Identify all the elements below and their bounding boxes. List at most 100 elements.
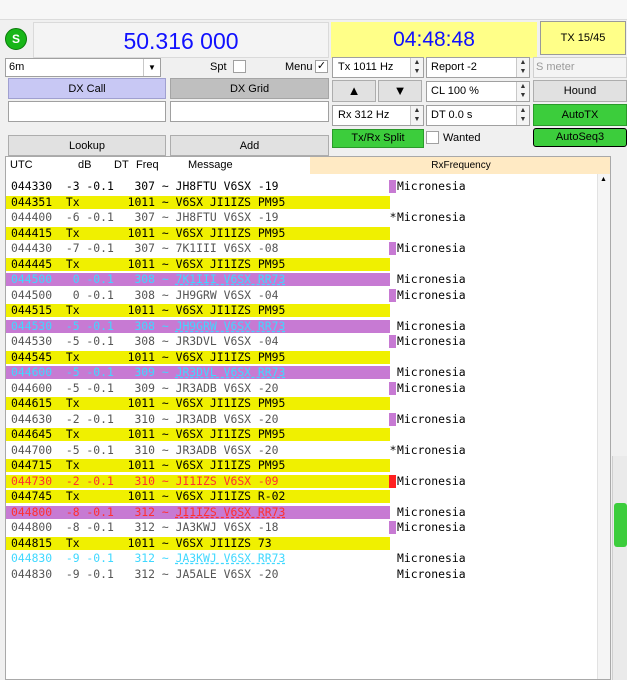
autoseq-button[interactable]: AutoSeq3: [533, 128, 627, 147]
decode-row-text: 044500 0 -0.1 308 ~ JH9GRW V6SX -04: [11, 288, 278, 304]
decode-row[interactable]: 044730 -2 -0.1 310 ~ JI1IZS V6SX -09 Micr…: [6, 474, 596, 490]
header-db: dB: [78, 159, 92, 171]
decode-scrollbar[interactable]: ▲: [597, 174, 610, 679]
decode-row-country: Micronesia: [397, 551, 466, 565]
app-menu-icon[interactable]: S: [5, 28, 27, 50]
decode-row-country: Micronesia: [397, 179, 466, 193]
rx-freq-value: Rx 312 Hz: [338, 109, 390, 121]
decode-row-text: 044615 Tx 1011 ~ V6SX JI1IZS PM95: [11, 396, 285, 412]
decode-row[interactable]: 044415 Tx 1011 ~ V6SX JI1IZS PM95: [6, 226, 596, 242]
cl-spinbox[interactable]: CL 100 % ▲ ▼: [426, 81, 530, 102]
band-dropdown-icon[interactable]: ▼: [143, 59, 160, 76]
top-strip: [0, 0, 627, 20]
decode-row-star-icon: *: [389, 210, 397, 224]
menu-label: Menu: [285, 61, 313, 73]
decode-row-fields: 044815 Tx 1011 ~: [11, 535, 176, 550]
decode-row-message: JR3DVL V6SX RR73: [175, 365, 286, 379]
decode-row-message: JA3KWJ V6SX RR73: [175, 551, 286, 565]
decode-row[interactable]: 044800 -8 -0.1 312 ~ JA3KWJ V6SX -18 Micr…: [6, 520, 596, 536]
decode-row-message: JR3ADB V6SX -20: [175, 411, 279, 426]
decode-row[interactable]: 044715 Tx 1011 ~ V6SX JI1IZS PM95: [6, 458, 596, 474]
decode-row-fields: 044545 Tx 1011 ~: [11, 349, 176, 364]
decode-row[interactable]: 044600 -5 -0.1 309 ~ JR3DVL V6SX RR73 Mic…: [6, 365, 596, 381]
decode-row-marker: [389, 521, 396, 534]
rx-freq-spinbox[interactable]: Rx 312 Hz ▲ ▼: [332, 105, 424, 126]
autotx-button[interactable]: AutoTX: [533, 104, 627, 126]
report-spin-icon[interactable]: ▲ ▼: [516, 58, 529, 77]
decode-row-marker: [389, 412, 396, 426]
decode-row-message: JA3KWJ V6SX -18: [175, 520, 279, 534]
decode-row-country: Micronesia: [397, 287, 466, 302]
hound-label: Hound: [563, 85, 597, 97]
txrx-split-button[interactable]: Tx/Rx Split: [332, 129, 424, 148]
decode-row[interactable]: 044330 -3 -0.1 307 ~ JH8FTU V6SX -19 Micr…: [6, 179, 596, 195]
band-select[interactable]: 6m ▼: [5, 58, 161, 77]
dt-spin-icon[interactable]: ▲ ▼: [516, 106, 529, 125]
spot-checkbox[interactable]: [233, 60, 246, 73]
header-rxfrequency-text: RxFrequency: [431, 160, 491, 171]
dx-grid-input[interactable]: [170, 101, 329, 122]
decode-row-text: 044800 -8 -0.1 312 ~ JI1IZS V6SX RR73: [11, 505, 285, 521]
dt-spinbox[interactable]: DT 0.0 s ▲ ▼: [426, 105, 530, 126]
decode-row-message: 7K1III V6SX -08: [175, 241, 279, 255]
tx-freq-value: Tx 1011 Hz: [338, 61, 394, 73]
decode-row-country: Micronesia: [397, 442, 466, 457]
decode-row-marker: [389, 180, 396, 193]
dx-grid-label: DX Grid: [170, 78, 329, 99]
add-label: Add: [239, 140, 260, 152]
decode-row[interactable]: 044630 -2 -0.1 310 ~ JR3ADB V6SX -20 Micr…: [6, 412, 596, 428]
decode-row[interactable]: 044615 Tx 1011 ~ V6SX JI1IZS PM95: [6, 396, 596, 412]
add-button[interactable]: Add: [170, 135, 329, 156]
tx-counter-button[interactable]: TX 15/45: [540, 21, 626, 55]
wanted-checkbox[interactable]: [426, 131, 439, 144]
decode-row[interactable]: 044600 -5 -0.1 309 ~ JR3ADB V6SX -20 Micr…: [6, 381, 596, 397]
dx-call-label: DX Call: [8, 78, 166, 99]
tx-counter-label: TX 15/45: [560, 32, 606, 44]
cl-spin-icon[interactable]: ▲ ▼: [516, 82, 529, 101]
lookup-button[interactable]: Lookup: [8, 135, 166, 156]
decode-row-fields: 044600 -5 -0.1 309 ~: [11, 365, 176, 379]
decode-row-country: Micronesia: [397, 318, 466, 333]
decode-row[interactable]: 044815 Tx 1011 ~ V6SX JI1IZS 73: [6, 536, 596, 552]
dx-call-input[interactable]: [8, 101, 166, 122]
rx-freq-spin-icon[interactable]: ▲ ▼: [410, 106, 423, 125]
decode-row-message: JH8FTU V6SX -19: [175, 179, 279, 193]
decode-row[interactable]: 044830 -9 -0.1 312 ~ JA5ALE V6SX -20 Micr…: [6, 567, 596, 583]
decode-row-fields: 044415 Tx 1011 ~: [11, 225, 176, 240]
decode-row-text: 044430 -7 -0.1 307 ~ 7K1III V6SX -08: [11, 241, 278, 257]
decode-row[interactable]: 044745 Tx 1011 ~ V6SX JI1IZS R-02: [6, 489, 596, 505]
scroll-up-icon[interactable]: ▲: [600, 176, 607, 183]
decode-row[interactable]: 044700 -5 -0.1 310 ~ JR3ADB V6SX -20 * Mic…: [6, 443, 596, 459]
decode-row[interactable]: 044351 Tx 1011 ~ V6SX JI1IZS PM95: [6, 195, 596, 211]
tx-freq-spin-icon[interactable]: ▲ ▼: [410, 58, 423, 77]
decode-row-text: 044530 -5 -0.1 308 ~ JR3DVL V6SX -04: [11, 334, 278, 350]
decode-row-marker: [389, 288, 396, 302]
decode-row[interactable]: 044545 Tx 1011 ~ V6SX JI1IZS PM95: [6, 350, 596, 366]
s-meter-label: S meter: [536, 61, 575, 73]
freq-up-button[interactable]: ▲: [332, 80, 376, 102]
decode-list[interactable]: UTC dB DT Freq Message RxFrequency 04433…: [5, 156, 611, 680]
freq-down-button[interactable]: ▼: [378, 80, 422, 102]
decode-row-fields: 044745 Tx 1011 ~: [11, 489, 176, 503]
decode-row[interactable]: 044645 Tx 1011 ~ V6SX JI1IZS PM95: [6, 427, 596, 443]
decode-row[interactable]: 044800 -8 -0.1 312 ~ JI1IZS V6SX RR73 Mic…: [6, 505, 596, 521]
decode-row[interactable]: 044515 Tx 1011 ~ V6SX JI1IZS PM95: [6, 303, 596, 319]
menu-checkbox[interactable]: ✓: [315, 60, 328, 73]
hound-button[interactable]: Hound: [533, 80, 627, 102]
decode-row-text: 044630 -2 -0.1 310 ~ JR3ADB V6SX -20: [11, 412, 278, 428]
decode-row[interactable]: 044530 -5 -0.1 308 ~ JH9GRW V6SX RR73 Mic…: [6, 319, 596, 335]
report-spinbox[interactable]: Report -2 ▲ ▼: [426, 57, 530, 78]
decode-row[interactable]: 044400 -6 -0.1 307 ~ JH8FTU V6SX -19 * Mic…: [6, 210, 596, 226]
decode-row-message: 7K1III V6SX RR73: [175, 272, 286, 286]
decode-row[interactable]: 044830 -9 -0.1 312 ~ JA3KWJ V6SX RR73 Mic…: [6, 551, 596, 567]
decode-row[interactable]: 044530 -5 -0.1 308 ~ JR3DVL V6SX -04 Micr…: [6, 334, 596, 350]
decode-row[interactable]: 044430 -7 -0.1 307 ~ 7K1III V6SX -08 Micr…: [6, 241, 596, 257]
decode-row[interactable]: 044445 Tx 1011 ~ V6SX JI1IZS PM95: [6, 257, 596, 273]
decode-row[interactable]: 044500 0 -0.1 308 ~ 7K1III V6SX RR73 Micr…: [6, 272, 596, 288]
dx-call-label-text: DX Call: [68, 83, 106, 95]
down-arrow-icon: ▼: [393, 83, 407, 98]
tx-freq-spinbox[interactable]: Tx 1011 Hz ▲ ▼: [332, 57, 424, 78]
decode-row[interactable]: 044500 0 -0.1 308 ~ JH9GRW V6SX -04 Micro…: [6, 288, 596, 304]
decode-row-text: 044530 -5 -0.1 308 ~ JH9GRW V6SX RR73: [11, 319, 285, 335]
decode-row-text: 044645 Tx 1011 ~ V6SX JI1IZS PM95: [11, 427, 285, 443]
